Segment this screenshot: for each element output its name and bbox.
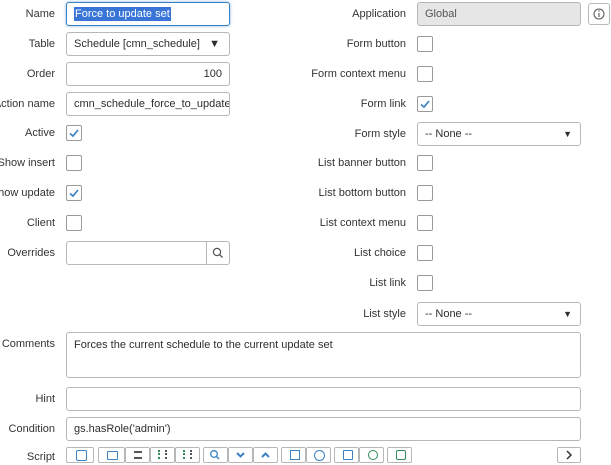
replace-icon xyxy=(290,450,300,460)
order-field[interactable]: 100 xyxy=(66,62,230,86)
find-previous-button[interactable] xyxy=(253,447,278,463)
show-update-checkbox[interactable] xyxy=(66,185,82,201)
list-context-menu-label: List context menu xyxy=(319,217,406,229)
list-link-checkbox[interactable] xyxy=(417,275,433,291)
table-select-value: Schedule [cmn_schedule] xyxy=(74,38,200,50)
form-link-checkbox[interactable] xyxy=(417,96,433,112)
table-label: Table xyxy=(28,38,55,50)
form-style-label: Form style xyxy=(354,128,406,140)
list-style-value: -- None -- xyxy=(425,308,473,320)
uncomment-lines-icon xyxy=(183,450,192,459)
comments-textarea[interactable]: Forces the current schedule to the curre… xyxy=(66,332,581,378)
search-icon xyxy=(212,247,223,258)
save-icon xyxy=(343,450,353,460)
fullscreen-button[interactable] xyxy=(557,447,581,463)
form-style-select[interactable]: -- None -- ▼ xyxy=(417,122,581,146)
order-label: Order xyxy=(26,68,55,80)
list-banner-button-label: List banner button xyxy=(317,157,406,169)
comment-lines-icon xyxy=(158,450,167,459)
condition-field[interactable]: gs.hasRole('admin') xyxy=(66,417,581,441)
list-choice-label: List choice xyxy=(354,247,406,259)
comments-label: Comments xyxy=(1,338,55,350)
script-debugger-button[interactable] xyxy=(359,447,384,463)
format-button[interactable] xyxy=(125,447,150,463)
form-style-value: -- None -- xyxy=(425,128,473,140)
action-name-label: Action name xyxy=(0,98,55,110)
checkmark-icon xyxy=(420,100,430,109)
list-context-menu-checkbox[interactable] xyxy=(417,215,433,231)
list-style-select[interactable]: -- None -- ▼ xyxy=(417,302,581,326)
table-select[interactable]: Schedule [cmn_schedule] ▼ xyxy=(66,32,230,56)
hint-label: Hint xyxy=(35,393,55,405)
application-field: Global xyxy=(417,2,581,26)
form-link-label: Form link xyxy=(360,98,406,110)
code-icon xyxy=(76,450,87,461)
show-insert-checkbox[interactable] xyxy=(66,155,82,171)
condition-label: Condition xyxy=(8,423,55,435)
list-banner-button-checkbox[interactable] xyxy=(417,155,433,171)
name-field-value: Force to update set xyxy=(74,7,171,21)
name-label: Name xyxy=(25,8,55,20)
uncomment-button[interactable] xyxy=(175,447,200,463)
comment-button[interactable] xyxy=(98,447,125,463)
condition-value: gs.hasRole('admin') xyxy=(74,423,171,435)
form-button-label: Form button xyxy=(346,38,406,50)
list-link-label: List link xyxy=(369,277,406,289)
list-bottom-button-checkbox[interactable] xyxy=(417,185,433,201)
help-icon xyxy=(396,450,406,460)
caret-down-icon: ▼ xyxy=(563,309,572,319)
debug-icon xyxy=(368,450,378,460)
hint-field[interactable] xyxy=(66,387,581,411)
client-checkbox[interactable] xyxy=(66,215,82,231)
script-help-button[interactable] xyxy=(387,447,412,463)
toggle-syntax-button[interactable] xyxy=(66,447,94,463)
application-value: Global xyxy=(425,8,457,20)
checkmark-icon xyxy=(69,129,79,138)
application-info-button[interactable] xyxy=(588,3,610,25)
toggle-comment-button[interactable] xyxy=(150,447,175,463)
application-label: Application xyxy=(352,8,406,20)
checkmark-icon xyxy=(69,189,79,198)
form-context-menu-checkbox[interactable] xyxy=(417,66,433,82)
overrides-field[interactable] xyxy=(66,241,207,265)
replace-button[interactable] xyxy=(281,447,306,463)
form-context-menu-label: Form context menu xyxy=(311,68,406,80)
caret-down-icon: ▼ xyxy=(209,38,220,50)
info-icon xyxy=(593,8,605,20)
show-insert-label: Show insert xyxy=(0,157,55,169)
name-field[interactable]: Force to update set xyxy=(66,2,230,26)
order-value: 100 xyxy=(203,68,222,80)
find-button[interactable] xyxy=(203,447,228,463)
active-checkbox[interactable] xyxy=(66,125,82,141)
overrides-lookup-button[interactable] xyxy=(206,241,230,265)
replace-all-icon xyxy=(314,450,325,461)
action-name-value: cmn_schedule_force_to_update_set xyxy=(74,98,230,110)
save-button[interactable] xyxy=(334,447,359,463)
action-name-field[interactable]: cmn_schedule_force_to_update_set xyxy=(66,92,230,116)
client-label: Client xyxy=(26,217,55,229)
active-label: Active xyxy=(25,127,55,139)
comments-value: Forces the current schedule to the curre… xyxy=(74,339,333,351)
list-choice-checkbox[interactable] xyxy=(417,245,433,261)
comment-icon xyxy=(107,451,118,460)
overrides-label: Overrides xyxy=(7,247,55,259)
list-style-label: List style xyxy=(363,308,406,320)
form-button-checkbox[interactable] xyxy=(417,36,433,52)
find-next-button[interactable] xyxy=(228,447,253,463)
format-icon xyxy=(134,451,142,459)
list-bottom-button-label: List bottom button xyxy=(318,187,406,199)
replace-all-button[interactable] xyxy=(306,447,331,463)
caret-down-icon: ▼ xyxy=(563,129,572,139)
show-update-label: Show update xyxy=(0,187,55,199)
script-label: Script xyxy=(26,451,55,463)
